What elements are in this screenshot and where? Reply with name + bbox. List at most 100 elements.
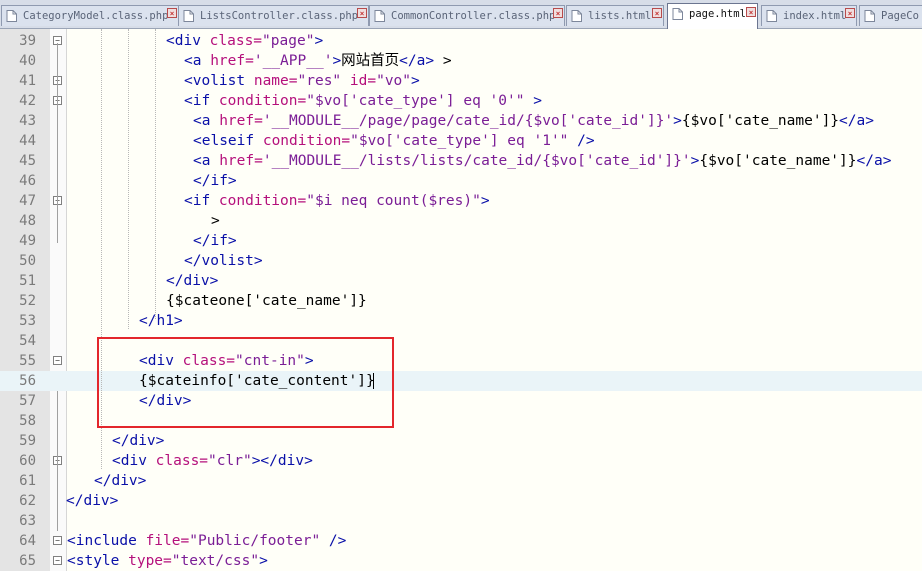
tab-commoncontroller-class-php[interactable]: CommonController.class.php × xyxy=(369,5,565,26)
code-token: <include xyxy=(67,533,146,549)
code-token: href= xyxy=(219,153,263,169)
line-number: 65 xyxy=(19,553,36,569)
code-token: </div> xyxy=(94,473,147,489)
line-number: 63 xyxy=(19,513,36,529)
tab-lists-html[interactable]: lists.html × xyxy=(566,5,664,26)
code-token: </div> xyxy=(112,433,165,449)
close-tab-icon[interactable]: × xyxy=(746,7,756,17)
tab-page-html[interactable]: page.html × xyxy=(667,3,758,29)
tab-bar: CategoryModel.class.php × ListsController.… xyxy=(0,0,922,29)
code-token: > xyxy=(211,213,220,229)
code-token: '__APP__' xyxy=(253,53,333,69)
code-token: ></div> xyxy=(251,453,313,469)
code-token: > xyxy=(314,33,324,49)
code-token: "Public/footer" xyxy=(189,533,321,549)
code-line[interactable]: 64 − <include file="Public/footer" /> xyxy=(0,531,922,551)
code-text: <if condition="$vo['cate_type'] eq '0'" … xyxy=(184,91,542,111)
code-line[interactable]: 61 </div> xyxy=(0,471,922,491)
line-number: 55 xyxy=(19,353,36,369)
code-token: <if xyxy=(184,193,219,209)
code-line[interactable]: 49 </if> xyxy=(0,231,922,251)
code-line[interactable]: 40 <a href='__APP__'>网站首页</a> > xyxy=(0,51,922,71)
code-token: </h1> xyxy=(139,313,183,329)
close-tab-icon[interactable]: × xyxy=(845,8,855,18)
file-icon xyxy=(766,10,777,22)
code-line[interactable]: 47−<if condition="$i neq count($res)"> xyxy=(0,191,922,211)
code-token: class= xyxy=(209,33,263,49)
close-tab-icon[interactable]: × xyxy=(553,8,563,18)
line-number: 44 xyxy=(19,133,36,149)
highlight-annotation-box xyxy=(97,337,394,428)
line-number: 51 xyxy=(19,273,36,289)
code-token: > xyxy=(434,53,452,69)
code-line[interactable]: 42−<if condition="$vo['cate_type'] eq '0… xyxy=(0,91,922,111)
code-token: <style xyxy=(67,553,129,569)
code-line[interactable]: 53 </h1> xyxy=(0,311,922,331)
code-text: <style type="text/css"> xyxy=(67,551,268,571)
code-line[interactable]: 52 {$cateone['cate_name']} xyxy=(0,291,922,311)
code-text: <a href='__APP__'>网站首页</a> > xyxy=(184,51,452,71)
code-token: </a> xyxy=(399,53,435,69)
code-line[interactable]: 59 </div> xyxy=(0,431,922,451)
tab-listscontroller-class-php[interactable]: ListsController.class.php × xyxy=(178,5,369,26)
code-text: </if> xyxy=(193,171,237,191)
fold-toggle-icon[interactable]: − xyxy=(53,356,62,365)
code-token: '__MODULE__/lists/lists/cate_id/{$vo['ca… xyxy=(262,153,691,169)
code-editor[interactable]: 39− <div class="page"> 40 <a href='__APP__'… xyxy=(0,29,922,571)
code-token: > xyxy=(259,553,268,569)
line-number: 64 xyxy=(19,533,36,549)
tab-label: PageCo xyxy=(881,10,919,22)
line-number: 60 xyxy=(19,453,36,469)
code-token: <a xyxy=(184,53,211,69)
code-token: 网站首页 xyxy=(341,53,400,69)
code-line[interactable]: 45 <a href='__MODULE__/lists/lists/cate_i… xyxy=(0,151,922,171)
code-token: </if> xyxy=(193,173,237,189)
code-token: "$vo['cate_type'] eq '1'" xyxy=(350,133,569,149)
code-line[interactable]: 50 </volist> xyxy=(0,251,922,271)
code-token: <div xyxy=(112,453,156,469)
close-tab-icon[interactable]: × xyxy=(357,8,367,18)
fold-connector xyxy=(57,391,58,531)
code-text: </div> xyxy=(94,471,146,491)
code-line[interactable]: 46 </if> xyxy=(0,171,922,191)
code-line[interactable]: 48 > xyxy=(0,211,922,231)
line-number: 48 xyxy=(19,213,36,229)
code-text: > xyxy=(211,211,220,231)
code-line[interactable]: 51 </div> xyxy=(0,271,922,291)
code-line[interactable]: 43 <a href='__MODULE__/page/page/cate_id/… xyxy=(0,111,922,131)
code-line[interactable]: 39− <div class="page"> xyxy=(0,31,922,51)
code-token: "page" xyxy=(262,33,315,49)
line-number: 62 xyxy=(19,493,36,509)
code-text: <div class="page"> xyxy=(166,31,323,51)
fold-toggle-icon[interactable]: − xyxy=(53,536,62,545)
tab-pageco[interactable]: PageCo xyxy=(859,5,922,26)
code-line[interactable]: 44 <elseif condition="$vo['cate_type'] eq… xyxy=(0,131,922,151)
line-number: 42 xyxy=(19,93,36,109)
code-text: {$cateone['cate_name']} xyxy=(166,291,367,311)
code-line[interactable]: 62 </div> xyxy=(0,491,922,511)
code-token: <elseif xyxy=(193,133,263,149)
code-token: "text/css" xyxy=(171,553,260,569)
code-token: </a> xyxy=(856,153,892,169)
code-line[interactable]: 65 − <style type="text/css"> xyxy=(0,551,922,571)
code-line[interactable]: 60−<div class="clr"></div> xyxy=(0,451,922,471)
fold-toggle-icon[interactable]: − xyxy=(53,556,62,565)
code-token: condition= xyxy=(262,133,351,149)
indent-guide xyxy=(128,29,129,329)
code-token: type= xyxy=(128,553,172,569)
close-tab-icon[interactable]: × xyxy=(652,8,662,18)
line-number: 61 xyxy=(19,473,36,489)
code-token: > xyxy=(480,193,490,209)
code-token: > xyxy=(411,73,420,89)
code-line[interactable]: 63 xyxy=(0,511,922,531)
close-tab-icon[interactable]: × xyxy=(167,8,177,18)
tab-categorymodel-class-php[interactable]: CategoryModel.class.php × xyxy=(1,5,179,26)
code-line[interactable]: 41−<volist name="res" id="vo"> xyxy=(0,71,922,91)
code-token: {$vo['cate_name']} xyxy=(699,153,857,169)
code-token: <a xyxy=(193,153,220,169)
code-token: {$cateone['cate_name']} xyxy=(166,293,367,309)
code-text: <a href='__MODULE__/lists/lists/cate_id/… xyxy=(193,151,891,171)
tab-label: page.html xyxy=(689,8,746,20)
code-token: /> xyxy=(568,133,595,149)
tab-index-html[interactable]: index.html × xyxy=(761,5,857,26)
